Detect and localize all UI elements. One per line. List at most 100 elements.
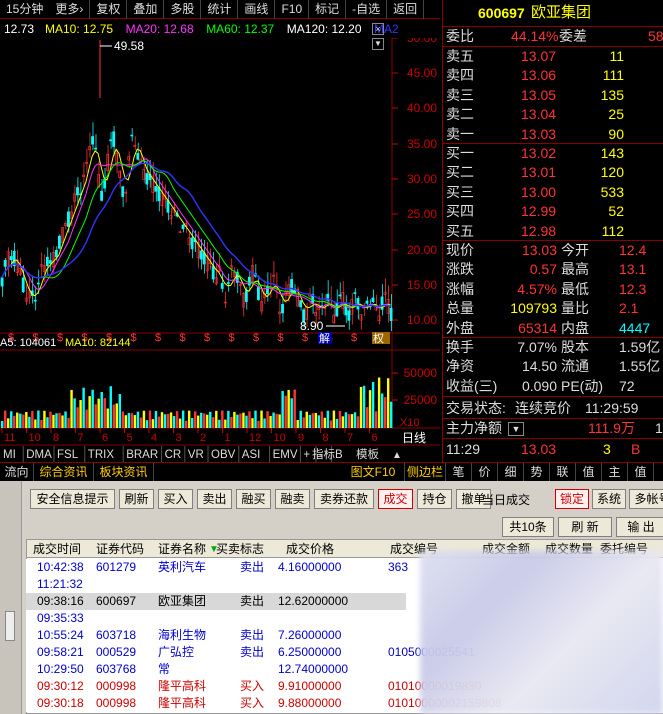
action-button[interactable]: 卖券还款 (314, 489, 374, 509)
panel-tab[interactable]: 图文F10 (342, 463, 405, 481)
indicator-tab[interactable]: EMV (273, 449, 298, 461)
toolbar-item[interactable]: 统计 (201, 0, 239, 19)
action-button[interactable]: 融买 (236, 489, 271, 509)
close-icon[interactable]: × (372, 23, 384, 35)
toolbar-item[interactable]: 标记 (309, 0, 347, 19)
asks-row: 卖五 13.07 11 (443, 47, 663, 66)
volume-bar (169, 412, 173, 428)
indicator-b-tab[interactable]: 指标B (312, 447, 343, 461)
trade-status-time: 11:29:59 (585, 400, 639, 416)
volume-bar (272, 412, 275, 428)
volume-bar (380, 393, 384, 428)
table-row[interactable]: 10:29:50 603768 常 12.74000000 (26, 661, 406, 678)
action-button[interactable]: 持仓 (417, 489, 452, 509)
table-row[interactable]: 10:55:24 603718 海利生物 卖出 7.26000000 (26, 627, 406, 644)
action-button[interactable]: 安全信息提示 (30, 489, 115, 509)
indicator-tab[interactable]: TRIX (88, 449, 115, 461)
system-button[interactable]: 锁定 (555, 489, 589, 509)
quote2-row: 净资 14.50 流通 1.55亿 (443, 357, 663, 376)
kline-chart[interactable]: 50.00 45.00 40.00 35.00 30.00 25.00 20.00 15.00… (0, 38, 440, 462)
dropdown-icon[interactable]: ▼ (508, 422, 524, 436)
panel-tab[interactable]: 主 (602, 463, 628, 481)
table-row[interactable]: 11:21:32 (26, 576, 406, 593)
volume-bar (362, 385, 366, 428)
indicator-tab[interactable]: BRAR (126, 449, 158, 461)
toolbar-item[interactable]: 复权 (90, 0, 128, 19)
asks-volume: 25 (608, 106, 624, 123)
template-tab[interactable]: 模板 (356, 447, 379, 461)
table-row[interactable]: 09:38:16 600697 欧亚集团 卖出 12.62000000 (26, 593, 406, 610)
volume-bar (46, 417, 49, 428)
volume-bar (151, 419, 155, 428)
panel-tab[interactable]: 细 (498, 463, 524, 481)
table-header-cell[interactable]: 证券名称 (158, 541, 206, 557)
indicator-tab[interactable]: + (303, 449, 310, 461)
candle-body (266, 285, 269, 295)
indicator-tab[interactable]: CR (165, 449, 182, 461)
dividend-marker: $ (253, 332, 259, 344)
table-row[interactable]: 09:58:21000529广弘控卖出6.2500000001050000255… (26, 644, 475, 661)
output-button[interactable]: 输 出 (616, 517, 663, 537)
up-arrow-icon[interactable]: ▲ (392, 450, 402, 461)
volume-bar (359, 386, 363, 428)
candle-body (9, 256, 13, 261)
action-button[interactable]: 融卖 (275, 489, 310, 509)
action-button[interactable]: 刷新 (119, 489, 154, 509)
toolbar-item[interactable]: -自选 (346, 0, 388, 19)
system-button[interactable]: 多帐号 (629, 489, 663, 509)
toolbar-item[interactable]: F10 (275, 0, 310, 19)
indicator-tab[interactable]: MI (3, 449, 16, 461)
panel-tab[interactable]: 值 (628, 463, 654, 481)
toolbar-item[interactable]: 返回 (387, 0, 425, 19)
system-button[interactable]: 系统 (592, 489, 626, 509)
volume-bar (106, 408, 109, 428)
quote-label2: 最高 (561, 261, 589, 278)
quote2-row: 换手 7.07% 股本 1.59亿 (443, 338, 663, 357)
volume-axis-label: 50000 (404, 366, 438, 380)
indicator-tab[interactable]: OBV (211, 449, 236, 461)
indicator-tab[interactable]: DMA (26, 449, 52, 461)
panel-tab[interactable]: 值 (576, 463, 602, 481)
indicator-tab[interactable]: ASI (242, 449, 261, 461)
cell-price: 12.74000000 (278, 662, 349, 676)
info-tab[interactable]: 综合资讯 (34, 463, 94, 481)
toolbar-item[interactable]: 多股 (164, 0, 202, 19)
table-row[interactable]: 09:30:12000998隆平高科买入9.910000000101000001… (26, 678, 481, 695)
volume-bar (166, 413, 170, 428)
toolbar-item[interactable]: 更多› (49, 0, 91, 19)
panel-tab[interactable]: 联 (550, 463, 576, 481)
asks-label: 卖一 (446, 125, 474, 142)
panel-tab[interactable]: 价 (472, 463, 498, 481)
action-button[interactable]: 成交 (378, 489, 413, 509)
stock-name: 欧亚集团 (531, 4, 592, 21)
table-row[interactable]: 09:35:33 (26, 610, 406, 627)
panel-tab[interactable]: 侧边栏 (405, 463, 446, 481)
info-tab[interactable]: 流向 (0, 463, 34, 481)
action-button[interactable]: 卖出 (197, 489, 232, 509)
sort-icon[interactable]: ▼ (209, 544, 219, 555)
table-header-cell[interactable]: 成交价格 (286, 541, 334, 557)
panel-tab[interactable]: 笔 (446, 463, 472, 481)
indicator-tab[interactable]: VR (188, 449, 204, 461)
dividend-marker: $ (57, 332, 63, 344)
volume-bar (338, 411, 342, 428)
info-tab[interactable]: 板块资讯 (94, 463, 154, 481)
cell-price: 9.88000000 (278, 696, 342, 710)
panel-tab[interactable]: 势 (524, 463, 550, 481)
quote-value: 4.57% (517, 280, 557, 297)
table-row[interactable]: 10:42:38 601279 英利汽车 卖出 4.16000000 363 (26, 559, 408, 576)
toolbar-item[interactable]: 15分钟 (0, 0, 49, 19)
table-header-cell[interactable]: 证券代码 (96, 541, 144, 557)
volume-bar (356, 416, 360, 428)
volume-bar (148, 410, 152, 428)
period-label[interactable]: 日线 (402, 431, 426, 445)
table-row[interactable]: 09:30:18000998隆平高科买入9.880000000101000000… (26, 695, 501, 712)
table-header-cell[interactable]: 成交时间 (33, 541, 81, 557)
indicator-tab[interactable]: FSL (57, 449, 79, 461)
toolbar-item[interactable]: 画线 (238, 0, 276, 19)
toolbar-item[interactable]: 叠加 (127, 0, 165, 19)
side-scroll-handle[interactable] (5, 611, 15, 641)
action-button[interactable]: 买入 (158, 489, 193, 509)
refresh-list-button[interactable]: 刷 新 (558, 517, 612, 537)
table-header-cell[interactable]: 买卖标志 (216, 541, 264, 557)
